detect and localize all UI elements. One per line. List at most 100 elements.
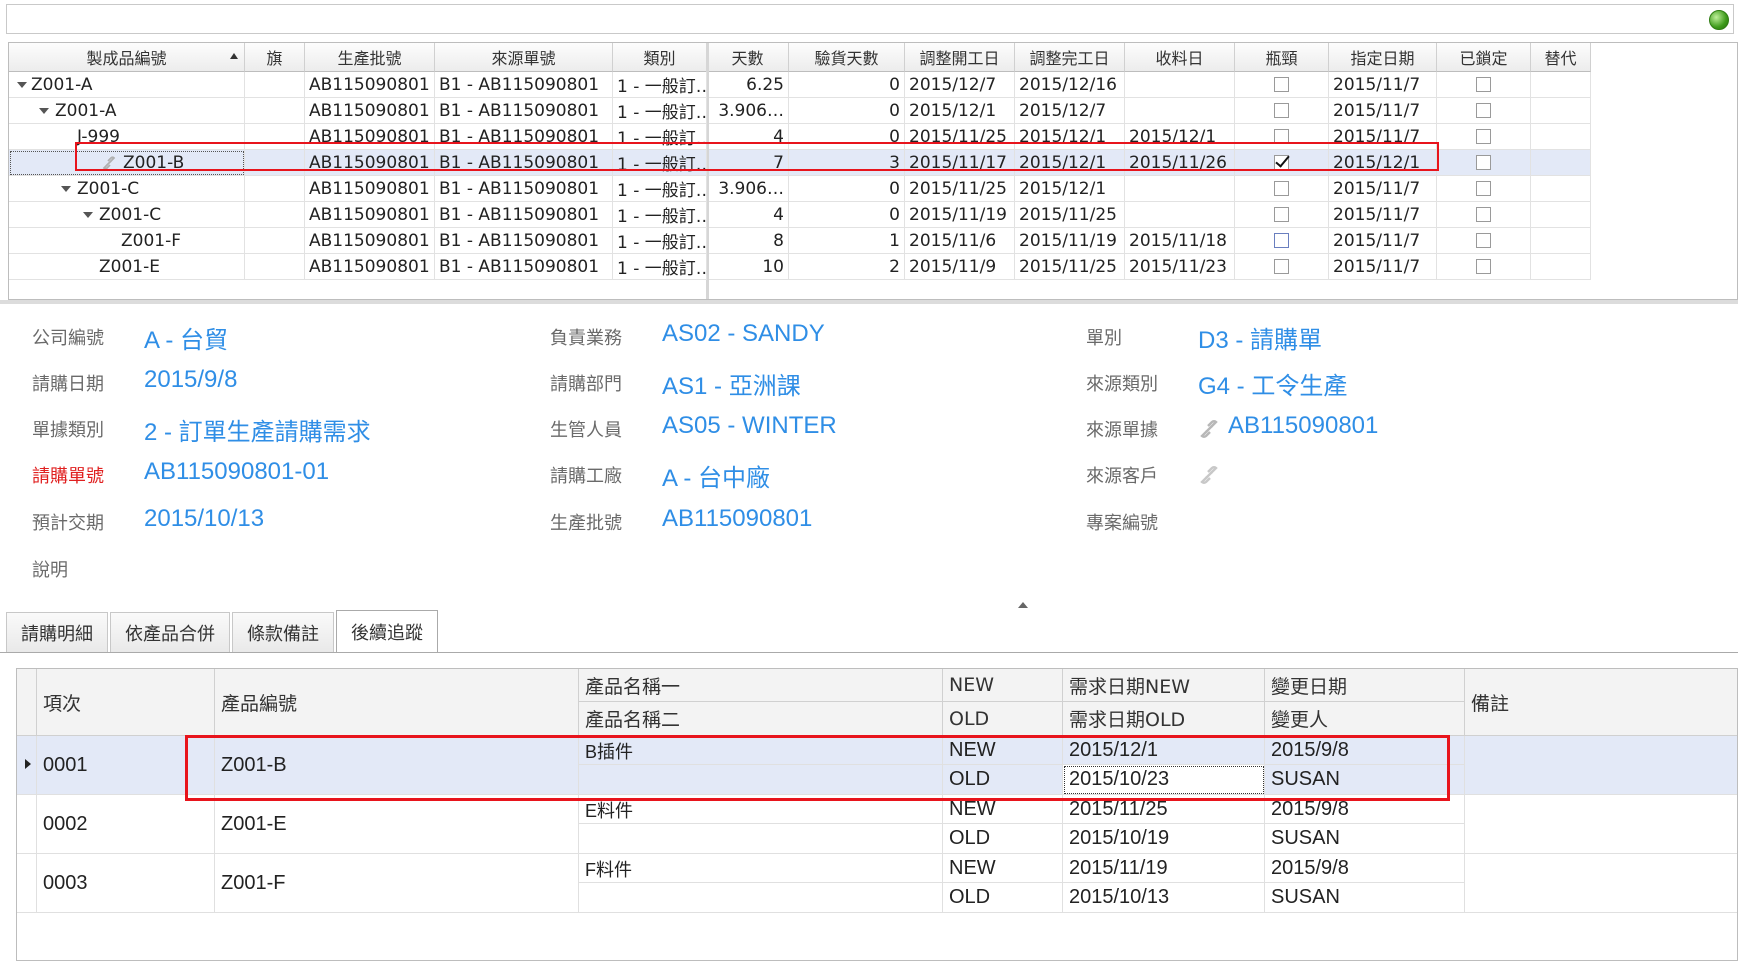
locked-checkbox[interactable] xyxy=(1476,233,1491,248)
tab-merge-by-product[interactable]: 依產品合併 xyxy=(110,612,230,652)
flag-cell[interactable] xyxy=(245,72,305,98)
lot-no-cell[interactable]: AB115090801 xyxy=(305,72,435,98)
lot-no-cell[interactable]: AB115090801 xyxy=(305,254,435,280)
type-cell[interactable]: 1 - 一般訂… xyxy=(613,72,707,98)
substitute-cell[interactable] xyxy=(1531,228,1591,254)
adj-start-cell[interactable]: 2015/12/1 xyxy=(905,98,1015,124)
adj-start-cell[interactable]: 2015/11/6 xyxy=(905,228,1015,254)
req-date-old-cell[interactable]: 2015/10/13 xyxy=(1063,883,1265,913)
locked-cell[interactable] xyxy=(1437,228,1531,254)
tab-follow-up[interactable]: 後續追蹤 xyxy=(336,610,438,652)
locked-checkbox[interactable] xyxy=(1476,259,1491,274)
locked-cell[interactable] xyxy=(1437,254,1531,280)
tree-node-product[interactable]: Z001-A xyxy=(9,98,245,124)
column-header-name2[interactable]: 產品名稱二 xyxy=(579,702,943,736)
locked-checkbox[interactable] xyxy=(1476,207,1491,222)
receive-date-cell[interactable] xyxy=(1125,72,1235,98)
change-date-cell[interactable]: 2015/9/8 xyxy=(1265,795,1465,824)
days-cell[interactable]: 7 xyxy=(709,150,789,176)
source-no-cell[interactable]: B1 - AB115090801 xyxy=(435,72,613,98)
days-cell[interactable]: 3.906… xyxy=(709,176,789,202)
column-header-source-no[interactable]: 來源單號 xyxy=(435,43,613,72)
substitute-cell[interactable] xyxy=(1531,124,1591,150)
adj-end-cell[interactable]: 2015/12/7 xyxy=(1015,98,1125,124)
source-no-cell[interactable]: B1 - AB115090801 xyxy=(435,98,613,124)
column-header-type[interactable]: 類別 xyxy=(613,43,707,72)
flag-cell[interactable] xyxy=(245,98,305,124)
lot-no-cell[interactable]: AB115090801 xyxy=(305,124,435,150)
receive-date-cell[interactable]: 2015/12/1 xyxy=(1125,124,1235,150)
item-cell[interactable]: 0002 xyxy=(37,795,215,854)
column-header-adj-end[interactable]: 調整完工日 xyxy=(1015,43,1125,72)
req-date-new-cell[interactable]: 2015/11/25 xyxy=(1063,795,1265,824)
assigned-date-cell[interactable]: 2015/11/7 xyxy=(1329,98,1437,124)
assigned-date-cell[interactable]: 2015/11/7 xyxy=(1329,72,1437,98)
sales-value[interactable]: AS02 - SANDY xyxy=(662,320,825,348)
tree-node-product[interactable]: Z001-B xyxy=(9,150,245,176)
type-cell[interactable]: 1 - 一般訂… xyxy=(613,150,707,176)
type-cell[interactable]: 1 - 一般訂… xyxy=(613,176,707,202)
collapse-arrow-icon[interactable] xyxy=(1018,602,1028,608)
column-header-name1[interactable]: 產品名稱一 xyxy=(579,669,943,702)
lot-value[interactable]: AB115090801 xyxy=(662,505,812,533)
type-cell[interactable]: 1 - 一般訂… xyxy=(613,254,707,280)
flag-cell[interactable] xyxy=(245,228,305,254)
bottleneck-cell[interactable] xyxy=(1235,124,1329,150)
bottleneck-checkbox[interactable] xyxy=(1274,181,1289,196)
product-cell[interactable]: Z001-F xyxy=(215,854,579,913)
note-cell[interactable] xyxy=(1465,795,1737,854)
inspect-days-cell[interactable]: 0 xyxy=(789,176,905,202)
source-no-cell[interactable]: B1 - AB115090801 xyxy=(435,124,613,150)
tree-expand-icon[interactable] xyxy=(83,212,93,218)
doc-class-value[interactable]: 2 - 訂單生產請購需求 xyxy=(144,412,371,447)
item-cell[interactable]: 0001 xyxy=(37,736,215,795)
name2-cell[interactable] xyxy=(579,765,943,795)
days-cell[interactable]: 4 xyxy=(709,202,789,228)
tab-request-details[interactable]: 請購明細 xyxy=(6,612,108,652)
column-header-lot-no[interactable]: 生產批號 xyxy=(305,43,435,72)
locked-checkbox[interactable] xyxy=(1476,103,1491,118)
column-header-substitute[interactable]: 替代 xyxy=(1531,43,1591,72)
adj-start-cell[interactable]: 2015/12/7 xyxy=(905,72,1015,98)
eta-value[interactable]: 2015/10/13 xyxy=(144,505,264,533)
bottleneck-cell[interactable] xyxy=(1235,98,1329,124)
changed-by-cell[interactable]: SUSAN xyxy=(1265,883,1465,913)
changed-by-cell[interactable]: SUSAN xyxy=(1265,824,1465,854)
flag-cell[interactable] xyxy=(245,176,305,202)
name1-cell[interactable]: B插件 xyxy=(579,736,943,765)
type-cell[interactable]: 1 - 一般訂… xyxy=(613,202,707,228)
req-date-value[interactable]: 2015/9/8 xyxy=(144,366,237,394)
days-cell[interactable]: 6.25 xyxy=(709,72,789,98)
receive-date-cell[interactable] xyxy=(1125,176,1235,202)
factory-value[interactable]: A - 台中廠 xyxy=(662,458,770,493)
pm-value[interactable]: AS05 - WINTER xyxy=(662,412,837,440)
inspect-days-cell[interactable]: 0 xyxy=(789,98,905,124)
lot-no-cell[interactable]: AB115090801 xyxy=(305,98,435,124)
tree-node-product[interactable]: J-999 xyxy=(9,124,245,150)
row-indicator[interactable] xyxy=(17,736,37,795)
substitute-cell[interactable] xyxy=(1531,202,1591,228)
column-header-assigned-date[interactable]: 指定日期 xyxy=(1329,43,1437,72)
name2-cell[interactable] xyxy=(579,883,943,913)
locked-cell[interactable] xyxy=(1437,150,1531,176)
req-no-value[interactable]: AB115090801-01 xyxy=(144,458,329,486)
adj-end-cell[interactable]: 2015/12/1 xyxy=(1015,150,1125,176)
locked-cell[interactable] xyxy=(1437,72,1531,98)
tree-expand-icon[interactable] xyxy=(17,82,27,88)
type-cell[interactable]: 1 - 一般訂… xyxy=(613,124,707,150)
column-header-bottleneck[interactable]: 瓶頸 xyxy=(1235,43,1329,72)
tree-expand-icon[interactable] xyxy=(61,186,71,192)
row-indicator[interactable] xyxy=(17,795,37,854)
adj-end-cell[interactable]: 2015/11/25 xyxy=(1015,202,1125,228)
lot-no-cell[interactable]: AB115090801 xyxy=(305,228,435,254)
src-doc-value[interactable]: AB115090801 xyxy=(1228,412,1378,440)
type-cell[interactable]: 1 - 一般訂… xyxy=(613,228,707,254)
substitute-cell[interactable] xyxy=(1531,254,1591,280)
tree-expand-icon[interactable] xyxy=(39,108,49,114)
source-no-cell[interactable]: B1 - AB115090801 xyxy=(435,254,613,280)
item-cell[interactable]: 0003 xyxy=(37,854,215,913)
bottleneck-checkbox[interactable] xyxy=(1274,155,1289,170)
adj-start-cell[interactable]: 2015/11/9 xyxy=(905,254,1015,280)
globe-icon[interactable] xyxy=(1709,10,1729,30)
column-header-changed-by[interactable]: 變更人 xyxy=(1265,702,1465,736)
